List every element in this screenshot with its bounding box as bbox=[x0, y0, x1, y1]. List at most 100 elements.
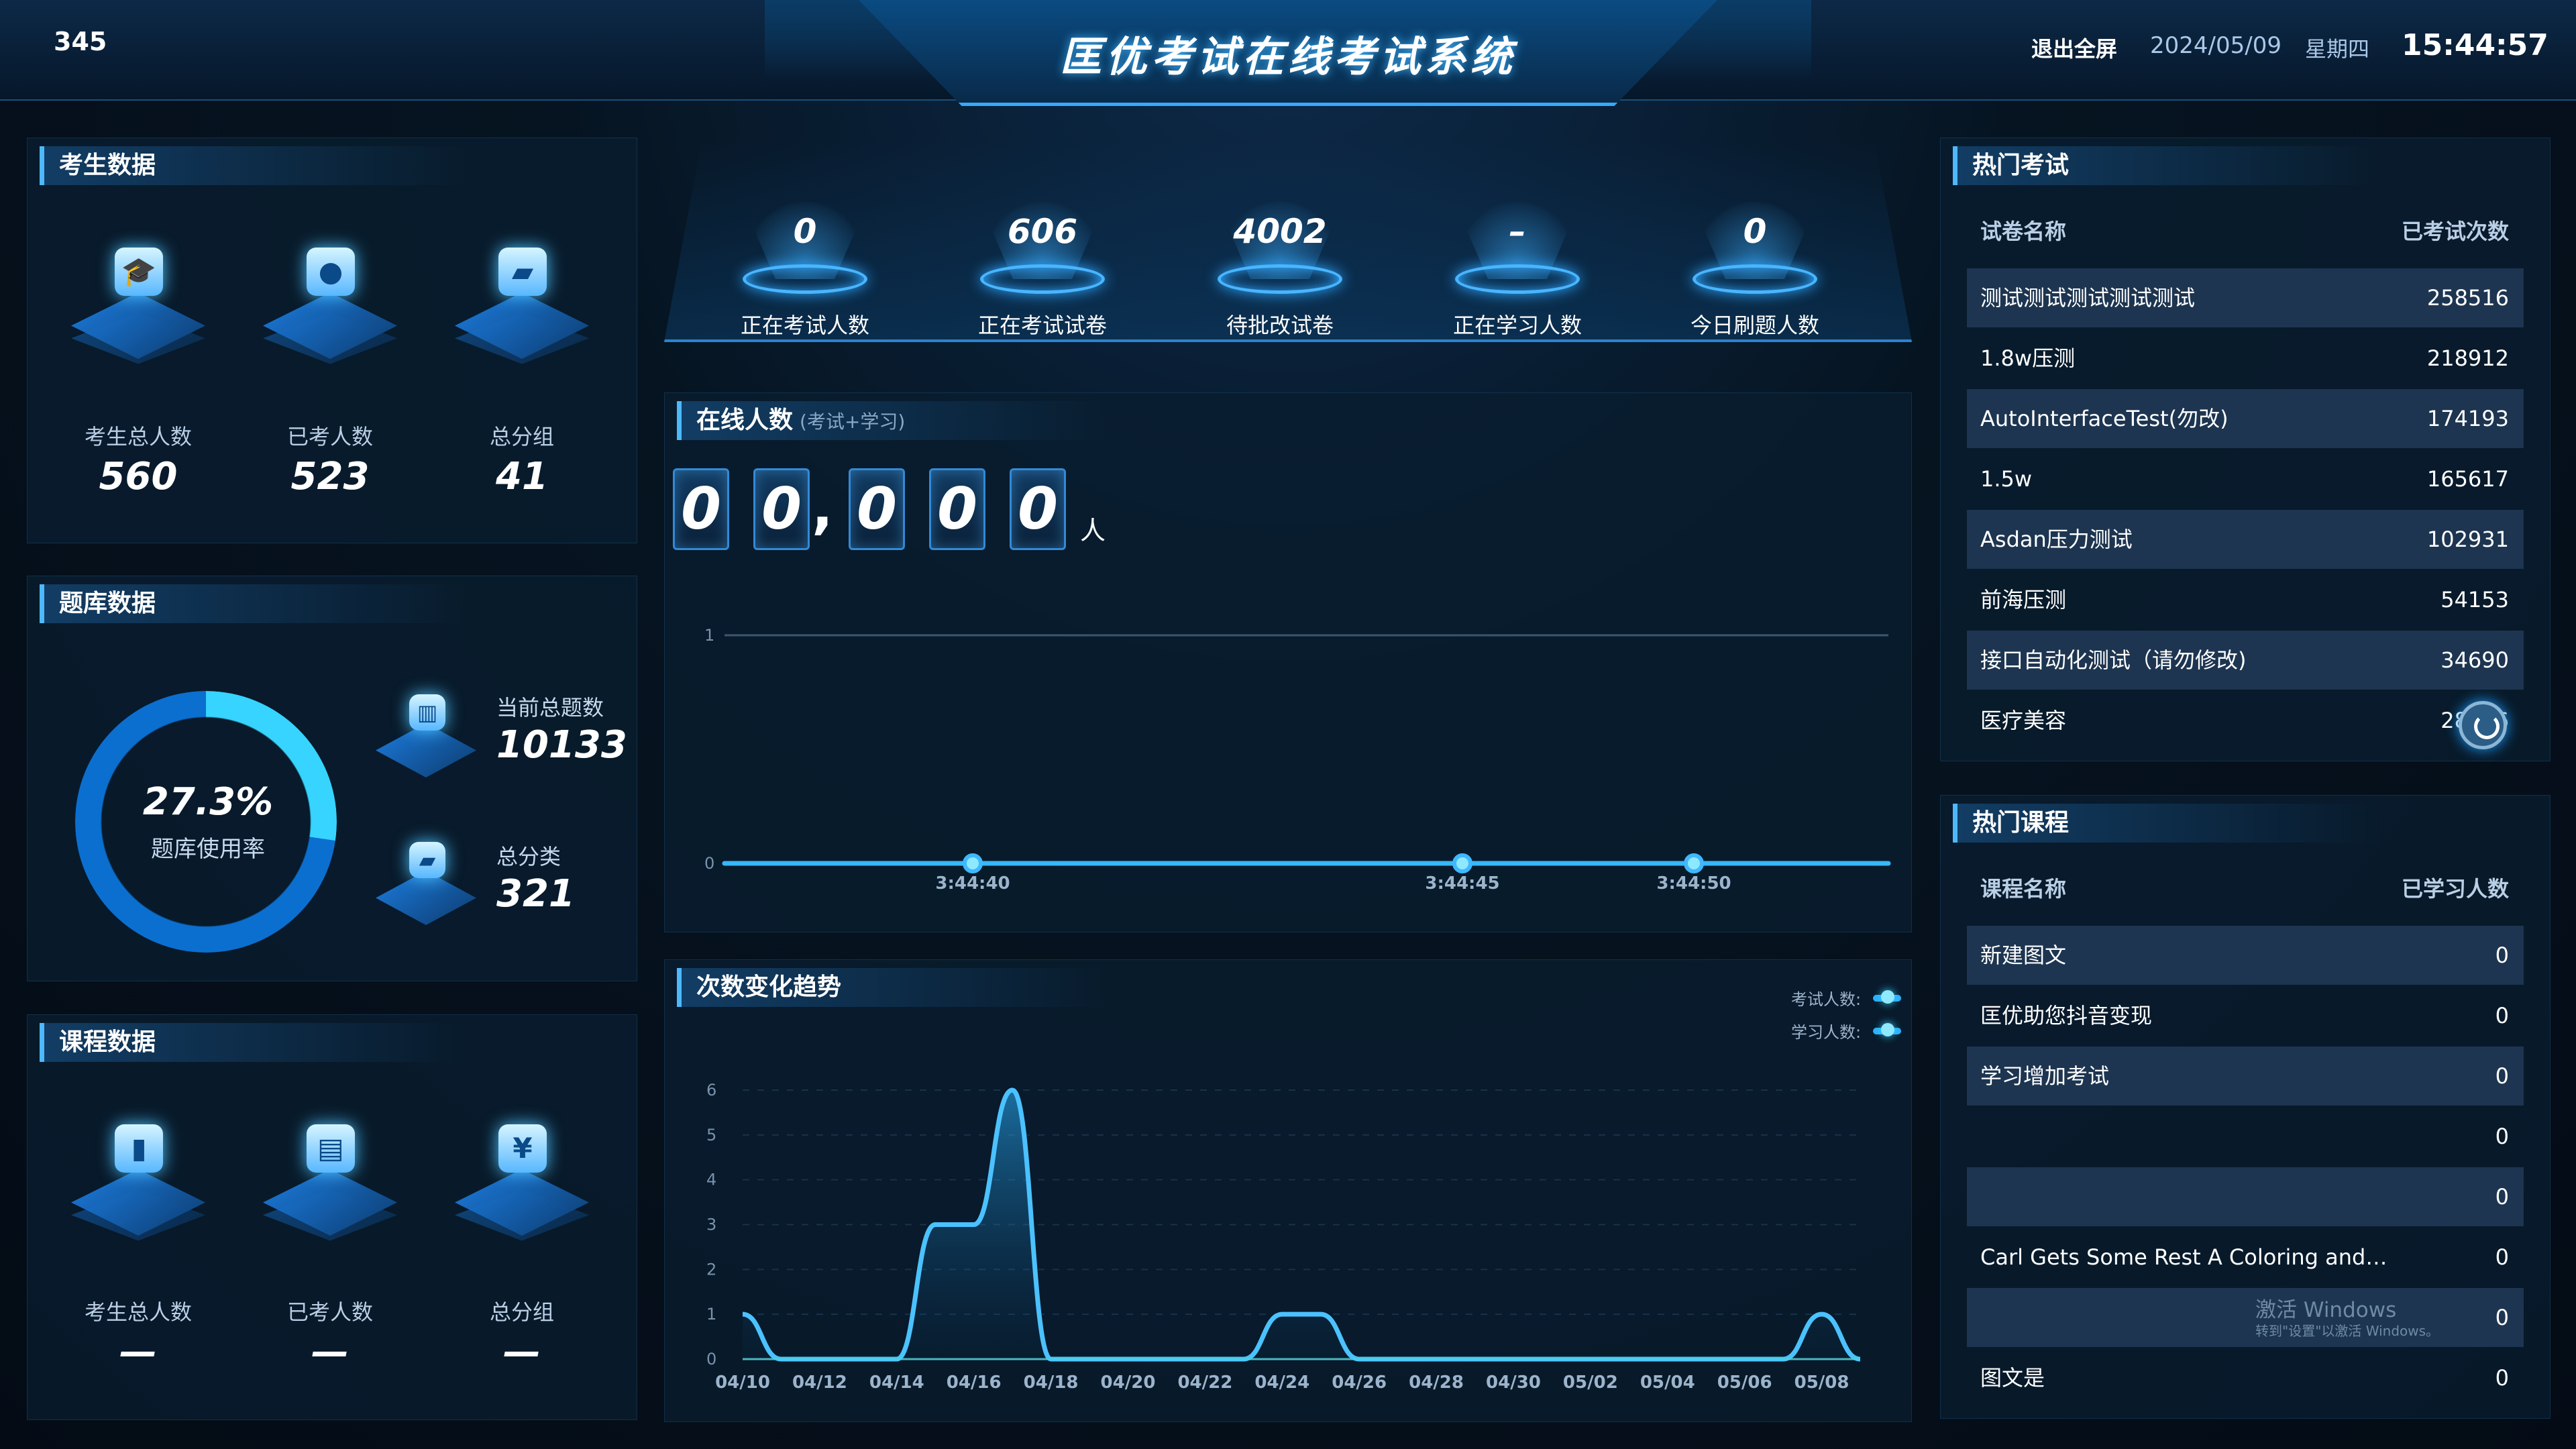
top-statistics-stage: 0 正在考试人数 606 正在考试试卷 4002 待批改试卷 – 正在学习人数 0 今日刷… bbox=[664, 141, 1912, 342]
trend-x-tick-label: 05/08 bbox=[1794, 1373, 1849, 1393]
study-legend-marker bbox=[1873, 1023, 1901, 1036]
online-title-text: 在线人数 bbox=[696, 407, 794, 434]
trend-x-tick-label: 05/06 bbox=[1717, 1373, 1772, 1393]
hot-courses-title: 热门课程 bbox=[1953, 804, 2382, 843]
exam-count-header: 已考试次数 bbox=[2401, 219, 2509, 244]
book-icon: ▮ bbox=[115, 1124, 163, 1173]
stat-pod bbox=[743, 264, 867, 294]
course-group-label: 总分组 bbox=[489, 1299, 554, 1325]
trend-title: 次数变化趋势 bbox=[677, 968, 1106, 1007]
trend-x-tick-label: 05/02 bbox=[1563, 1373, 1618, 1393]
course-count: 0 bbox=[2495, 1365, 2509, 1391]
exit-fullscreen-button[interactable]: 退出全屏 bbox=[2031, 32, 2117, 63]
stat-pod bbox=[1693, 264, 1817, 294]
table-row[interactable]: Asdan压力测试 102931 bbox=[1967, 510, 2524, 569]
exam-count: 258516 bbox=[2426, 285, 2509, 311]
hot-exams-header: 试卷名称 已考试次数 bbox=[1967, 208, 2524, 255]
today-practice-label: 今日刷题人数 bbox=[1690, 313, 1819, 338]
stat-pod bbox=[980, 264, 1105, 294]
online-y-tick-label: 0 bbox=[704, 854, 714, 873]
table-row[interactable]: AutoInterfaceTest(勿改) 174193 bbox=[1967, 389, 2524, 448]
total-categories-value: 321 bbox=[496, 872, 575, 916]
online-digit-4: 0 bbox=[929, 468, 985, 550]
candidate-total-label: 考生总人数 bbox=[84, 424, 192, 449]
exam-count: 174193 bbox=[2426, 406, 2509, 431]
learning-count-stat: – 正在学习人数 bbox=[1417, 161, 1618, 338]
trend-x-tick-label: 04/20 bbox=[1101, 1373, 1156, 1393]
stat-pod bbox=[1218, 264, 1342, 294]
trend-x-tick-label: 04/24 bbox=[1254, 1373, 1309, 1393]
online-digit-5: 0 bbox=[1010, 468, 1066, 550]
online-count-title: 在线人数 (考试+学习) bbox=[677, 401, 1106, 440]
table-row[interactable]: Carl Gets Some Rest A Coloring and… 0 bbox=[1967, 1228, 2524, 1287]
pending-review-stat: 4002 待批改试卷 bbox=[1179, 161, 1381, 338]
course-name: Carl Gets Some Rest A Coloring and… bbox=[1980, 1244, 2387, 1270]
total-questions-value: 10133 bbox=[496, 723, 627, 767]
candidate-total-value: 560 bbox=[99, 455, 178, 498]
table-row[interactable]: 新建图文 0 bbox=[1967, 926, 2524, 985]
course-exam-label: 已考人数 bbox=[286, 1299, 373, 1325]
course-name: 学习增加考试 bbox=[1980, 1063, 2110, 1089]
candidate-total-icon: 🎓 bbox=[61, 229, 215, 390]
online-digit-1: 0 bbox=[673, 468, 729, 550]
online-data-point bbox=[963, 853, 983, 873]
total-categories-label: 总分类 bbox=[496, 844, 561, 869]
table-row[interactable]: 1.8w压测 218912 bbox=[1967, 329, 2524, 388]
course-name: 图文是 bbox=[1980, 1365, 2045, 1391]
active-papers-stat: 606 正在考试试卷 bbox=[942, 161, 1143, 338]
online-exam-count-value: 0 bbox=[793, 212, 817, 251]
candidate-exam-label: 已考人数 bbox=[286, 424, 373, 449]
small-platform-tile bbox=[376, 871, 476, 925]
candidate-exam-icon: ● bbox=[253, 229, 407, 390]
table-row[interactable]: 测试测试测试测试测试 258516 bbox=[1967, 268, 2524, 327]
total-questions-icon: ▥ bbox=[376, 684, 476, 795]
candidate-group-icon: ▰ bbox=[445, 229, 599, 390]
course-exam-icon: ▤ bbox=[253, 1106, 407, 1267]
total-categories-icon: ▰ bbox=[376, 832, 476, 943]
table-row[interactable]: 前海压测 54153 bbox=[1967, 570, 2524, 629]
scroll-control-icon[interactable] bbox=[2459, 701, 2507, 749]
trend-x-tick-label: 04/18 bbox=[1024, 1373, 1079, 1393]
top-header: 345 匡优考试在线考试系统 退出全屏 2024/05/09 星期四 15:44… bbox=[0, 0, 2576, 106]
table-row[interactable]: 0 bbox=[1967, 1167, 2524, 1226]
learning-count-label: 正在学习人数 bbox=[1452, 313, 1582, 338]
table-row[interactable]: 学习增加考试 0 bbox=[1967, 1046, 2524, 1106]
course-count: 0 bbox=[2495, 1124, 2509, 1149]
hot-courses-header: 课程名称 已学习人数 bbox=[1967, 865, 2524, 912]
course-total-icon: ▮ bbox=[61, 1106, 215, 1267]
folder-icon: ▰ bbox=[498, 248, 547, 296]
graduation-cap-icon: 🎓 bbox=[115, 248, 163, 296]
exam-name-header: 试卷名称 bbox=[1980, 219, 2067, 244]
trend-x-tick-label: 04/26 bbox=[1332, 1373, 1387, 1393]
question-bank-title: 题库数据 bbox=[40, 584, 469, 623]
pending-review-label: 待批改试卷 bbox=[1226, 313, 1334, 338]
course-count: 0 bbox=[2495, 943, 2509, 968]
candidate-exam-value: 523 bbox=[290, 455, 370, 498]
trend-x-tick-label: 04/28 bbox=[1409, 1373, 1464, 1393]
learning-count-value: – bbox=[1509, 212, 1526, 251]
trend-x-tick-label: 04/22 bbox=[1177, 1373, 1232, 1393]
hot-exams-title: 热门考试 bbox=[1953, 146, 2382, 185]
windows-activation-subtext: 转到"设置"以激活 Windows。 bbox=[2255, 1323, 2440, 1339]
exam-count: 54153 bbox=[2440, 587, 2509, 612]
pending-review-value: 4002 bbox=[1233, 212, 1327, 251]
table-row[interactable]: 接口自动化测试（请勿修改) 34690 bbox=[1967, 631, 2524, 690]
header-code: 345 bbox=[54, 27, 107, 56]
trend-y-tick-label: 1 bbox=[706, 1305, 716, 1324]
trend-x-tick-label: 04/30 bbox=[1486, 1373, 1541, 1393]
page-title: 匡优考试在线考试系统 bbox=[1059, 32, 1516, 81]
total-questions-label: 当前总题数 bbox=[496, 695, 604, 720]
active-papers-value: 606 bbox=[1007, 212, 1078, 251]
trend-x-tick-label: 05/04 bbox=[1640, 1373, 1695, 1393]
trend-y-tick-label: 6 bbox=[706, 1081, 716, 1099]
table-row[interactable]: 匡优助您抖音变现 0 bbox=[1967, 986, 2524, 1045]
table-row[interactable]: 0 bbox=[1967, 1107, 2524, 1166]
table-row[interactable]: 医疗美容28906 bbox=[1967, 691, 2524, 750]
course-data-panel: 课程数据 ▮ ▤ ¥ 考生总人数 — 已考人数 — 总分组 — bbox=[27, 1014, 637, 1420]
table-row[interactable]: 1.5w 165617 bbox=[1967, 449, 2524, 508]
exam-name: Asdan压力测试 bbox=[1980, 527, 2133, 552]
table-row[interactable]: 图文是 0 bbox=[1967, 1348, 2524, 1407]
course-name: 匡优助您抖音变现 bbox=[1980, 1003, 2153, 1028]
digit-separator: , bbox=[812, 475, 833, 541]
exam-name: AutoInterfaceTest(勿改) bbox=[1980, 406, 2229, 431]
